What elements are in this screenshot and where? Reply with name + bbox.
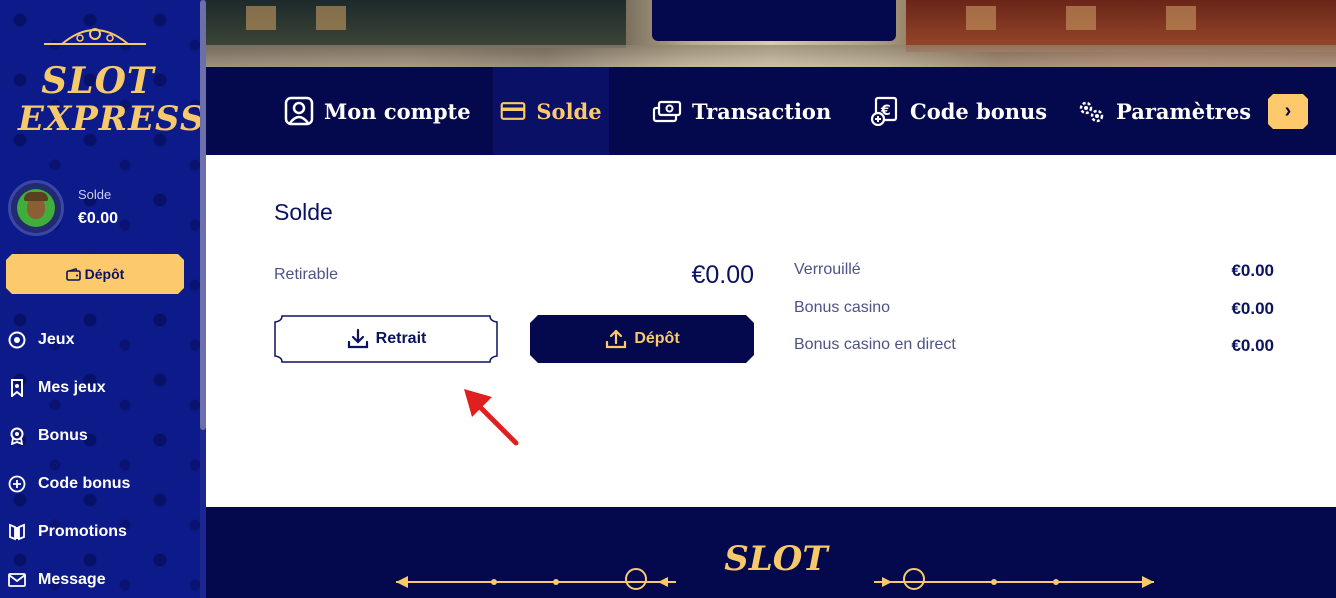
tab-label: Solde <box>536 98 602 124</box>
cash-icon <box>652 100 682 123</box>
sidebar-item-jeux[interactable]: Jeux <box>8 327 74 353</box>
download-icon <box>347 328 368 349</box>
balance-value: €0.00 <box>78 210 119 227</box>
bookmark-icon <box>11 379 23 397</box>
upload-icon <box>604 327 628 351</box>
tab-mon-compte[interactable]: Mon compte <box>284 67 471 155</box>
gears-icon <box>1079 101 1104 123</box>
card-icon <box>501 102 526 120</box>
withdrawable-value: €0.00 <box>691 261 754 289</box>
locked-label: Verrouillé <box>794 261 861 278</box>
sidebar-item-promotions[interactable]: Promotions <box>8 519 127 545</box>
withdraw-button[interactable]: Retrait <box>274 315 498 363</box>
sidebar: SLOT EXPRESS Solde €0.00 Dépôt Jeux Mes … <box>0 0 206 598</box>
deposit-label: Dépôt <box>634 330 680 347</box>
avatar-image <box>17 189 55 227</box>
locked-value: €0.00 <box>1231 261 1274 280</box>
sidebar-item-message[interactable]: Message <box>8 567 106 593</box>
chevron-right-icon: › <box>1284 100 1292 122</box>
sidebar-deposit-button[interactable]: Dépôt <box>6 254 184 294</box>
coupon-icon: € <box>870 96 898 126</box>
brand-logo[interactable]: SLOT EXPRESS <box>18 60 206 139</box>
footer-ornament-right-icon <box>874 568 1154 590</box>
footer-brand-logo[interactable]: SLOT <box>706 541 846 577</box>
footer-ornament-left-icon <box>396 568 676 590</box>
withdraw-label: Retrait <box>375 330 427 347</box>
sidebar-item-label: Message <box>38 571 106 588</box>
sidebar-item-label: Bonus <box>38 427 88 444</box>
poker-chip-icon <box>8 331 26 349</box>
plus-circle-icon <box>8 475 26 493</box>
account-tab-bar: Mon compte Solde Transaction € Code bonu… <box>206 67 1336 155</box>
sidebar-item-label: Code bonus <box>38 475 131 492</box>
sidebar-item-mes-jeux[interactable]: Mes jeux <box>8 375 106 401</box>
user-icon <box>284 96 314 126</box>
tab-transaction[interactable]: Transaction <box>652 67 831 155</box>
footer: SLOT <box>206 507 1336 598</box>
brand-line1: SLOT <box>41 60 155 102</box>
sidebar-item-label: Promotions <box>38 523 127 540</box>
tab-label: Mon compte <box>324 98 471 124</box>
page-title: Solde <box>274 199 333 225</box>
live-casino-bonus-label: Bonus casino en direct <box>794 336 956 353</box>
award-icon <box>10 427 24 445</box>
sidebar-item-label: Mes jeux <box>38 379 106 396</box>
deposit-button[interactable]: Dépôt <box>530 315 754 363</box>
red-arrow-annotation <box>464 389 519 446</box>
header-banner-image <box>206 0 1336 67</box>
wallet-icon <box>66 268 81 281</box>
sidebar-item-code-bonus[interactable]: Code bonus <box>8 471 130 497</box>
withdrawable-label: Retirable <box>274 266 339 283</box>
casino-bonus-label: Bonus casino <box>794 299 891 316</box>
live-casino-bonus-value: €0.00 <box>1231 336 1274 355</box>
balance-label: Solde <box>78 187 112 202</box>
brand-line2: EXPRESS <box>18 99 206 139</box>
tab-code-bonus[interactable]: € Code bonus <box>870 67 1047 155</box>
sidebar-item-bonus[interactable]: Bonus <box>8 423 88 449</box>
tab-label: Code bonus <box>910 98 1048 124</box>
avatar[interactable] <box>8 180 64 236</box>
casino-bonus-value: €0.00 <box>1231 299 1274 318</box>
sidebar-deposit-label: Dépôt <box>84 266 125 282</box>
mail-icon <box>8 573 26 587</box>
gift-icon <box>9 523 25 541</box>
tab-label: Transaction <box>692 98 832 124</box>
balance-panel: Solde Retirable €0.00 Retrait Dépôt Verr… <box>206 155 1336 507</box>
tab-parametres[interactable]: Paramètres <box>1076 67 1251 155</box>
sidebar-item-label: Jeux <box>38 331 75 348</box>
tab-label: Paramètres <box>1116 98 1252 124</box>
tabs-next-button[interactable]: › <box>1268 94 1308 129</box>
logo-ornament-icon <box>44 28 146 45</box>
footer-brand-line1: SLOT <box>724 539 828 579</box>
tab-solde[interactable]: Solde <box>493 67 609 155</box>
